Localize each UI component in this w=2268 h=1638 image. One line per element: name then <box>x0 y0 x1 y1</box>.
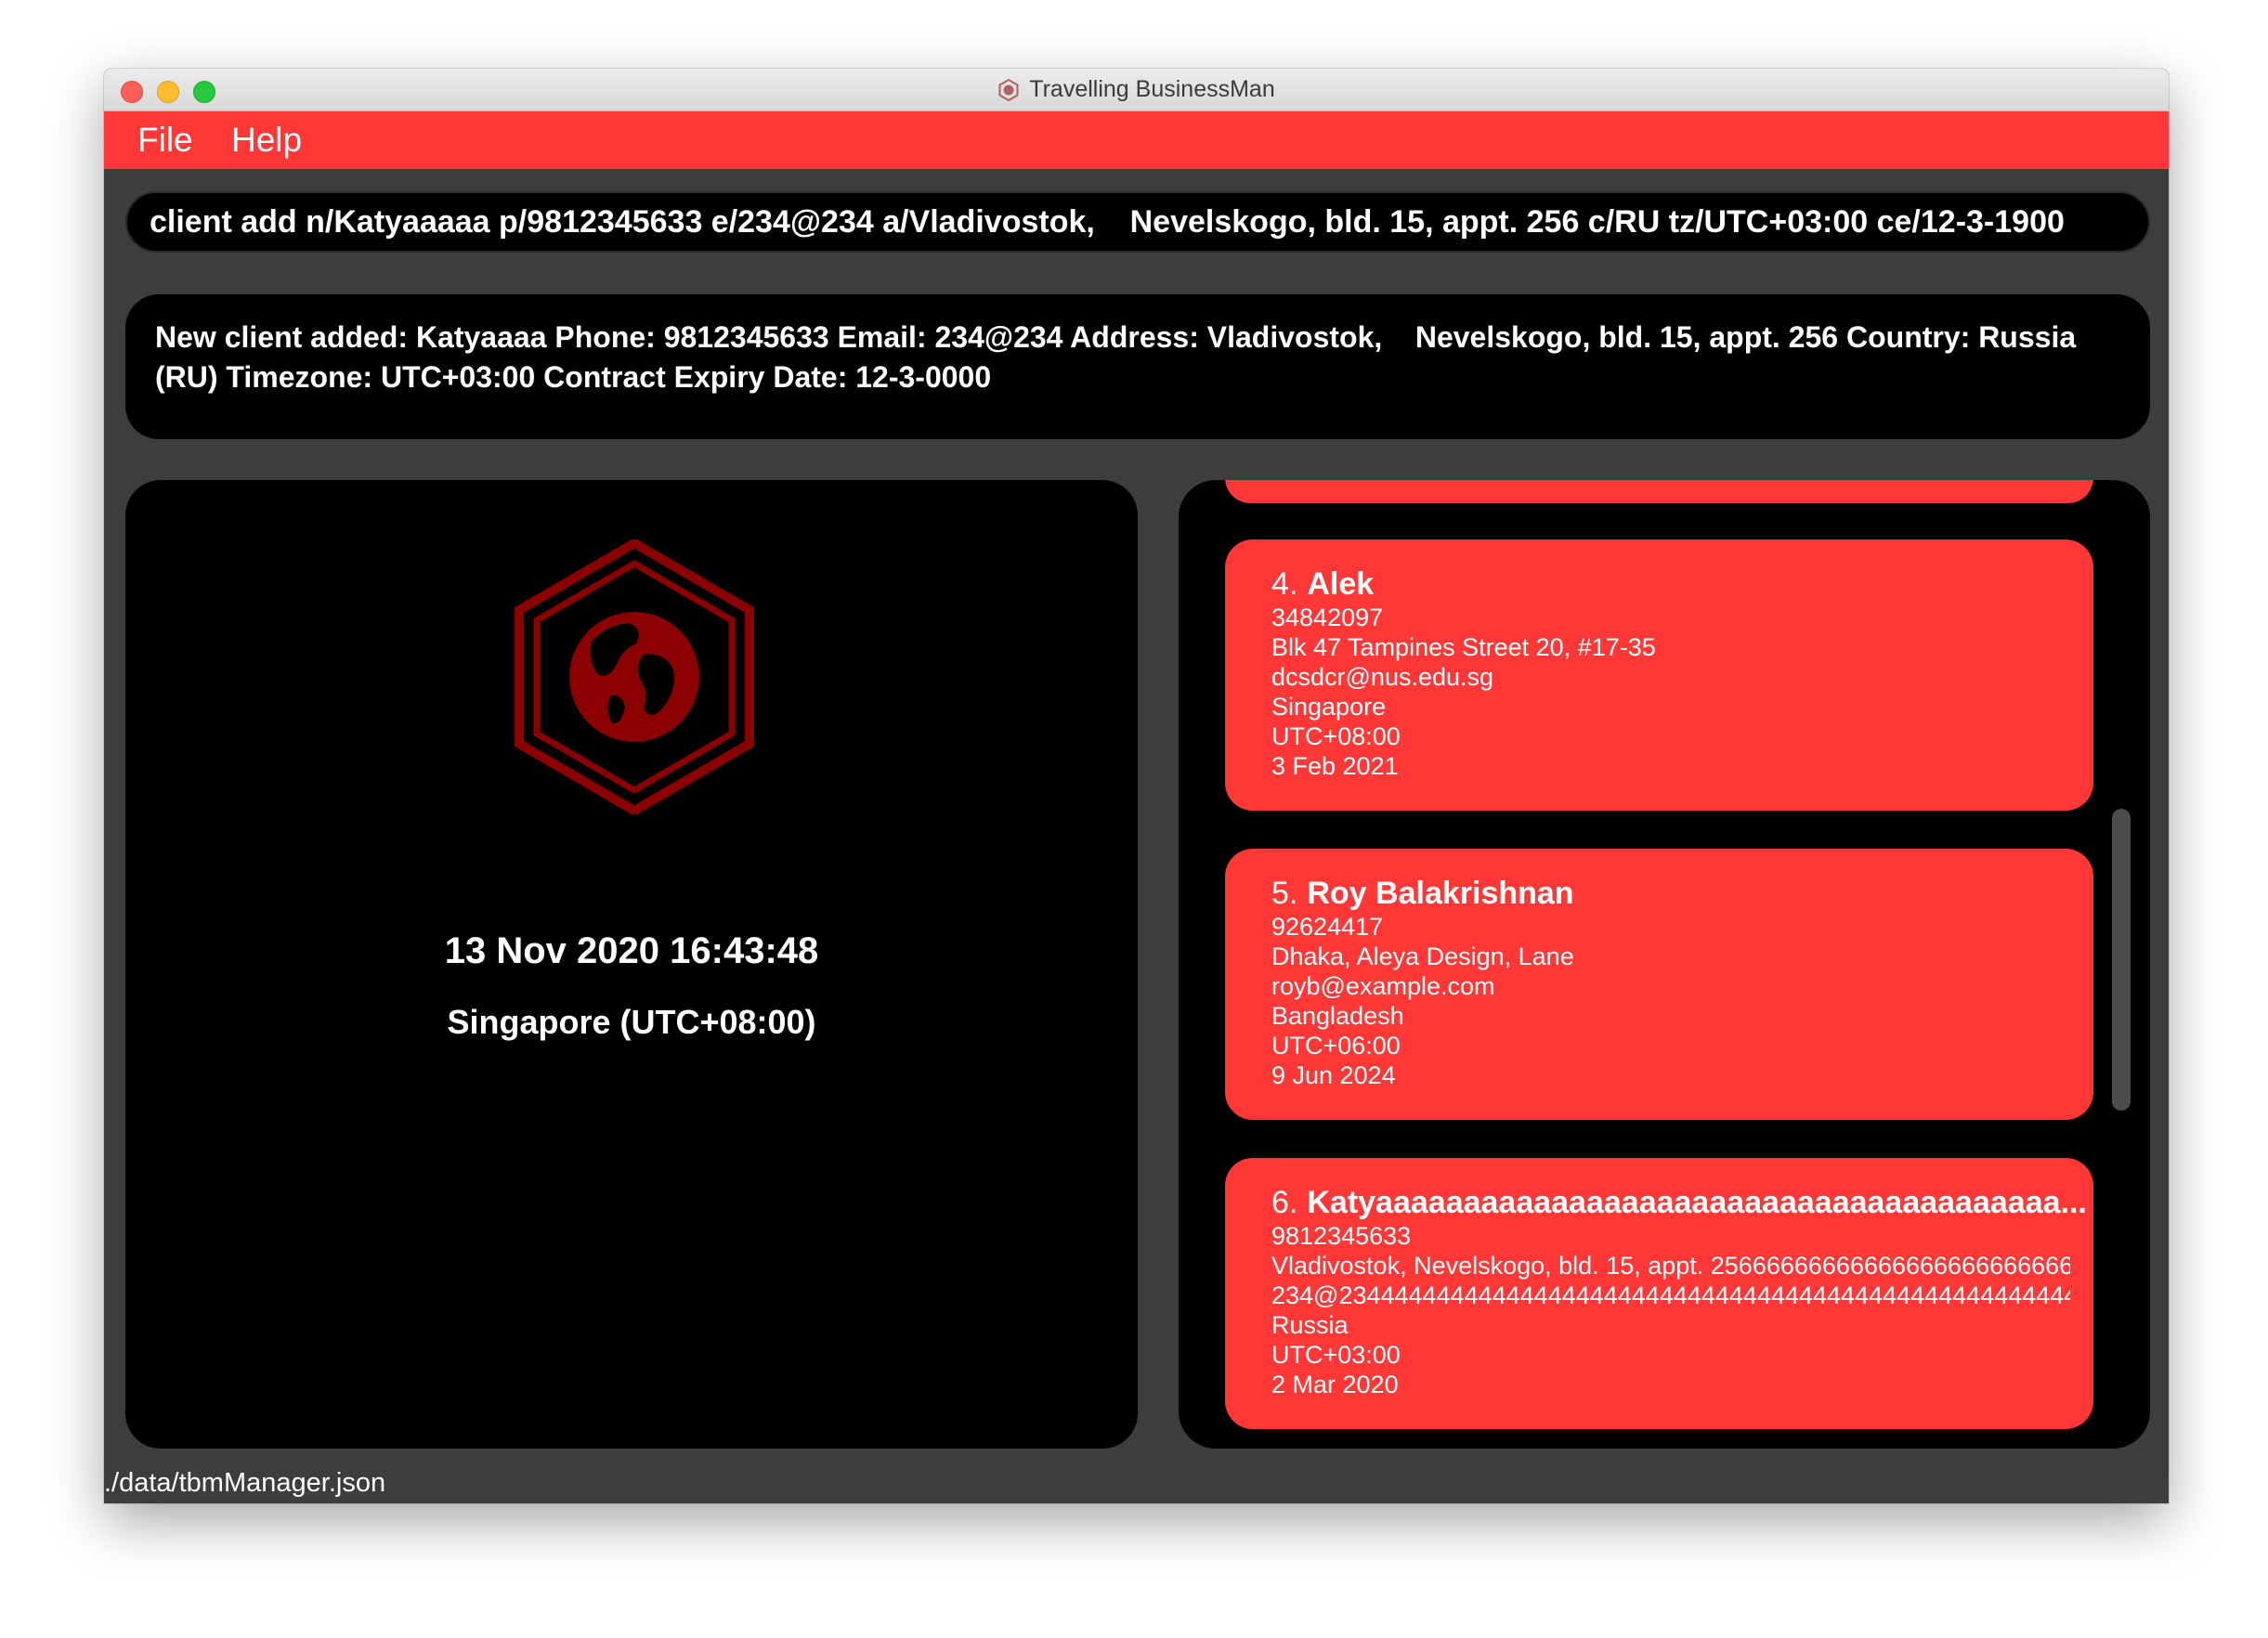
data-file-path: ./data/tbmManager.json <box>104 1468 386 1498</box>
client-card-partial[interactable] <box>1225 480 2093 503</box>
client-email: 234@234444444444444444444444444444444444… <box>1271 1281 2070 1309</box>
client-address: Dhaka, Aleya Design, Lane <box>1271 942 1574 970</box>
app-window: Travelling BusinessMan File Help New cli… <box>104 69 2169 1503</box>
client-name: Katyaaaaaaaaaaaaaaaaaaaaaaaaaaaaaaaaaaaa… <box>1307 1185 2087 1220</box>
client-phone: 92624417 <box>1271 913 1384 941</box>
clock-timezone: Singapore (UTC+08:00) <box>447 1003 816 1041</box>
client-card-header: 4. Alek <box>1271 566 2093 603</box>
command-input[interactable] <box>150 193 2137 251</box>
status-bar: ./data/tbmManager.json <box>104 1464 2169 1503</box>
globe-logo-icon <box>515 540 754 814</box>
result-display: New client added: Katyaaaa Phone: 981234… <box>125 294 2150 439</box>
client-email: royb@example.com <box>1271 972 1495 1000</box>
client-card-header: 6. Katyaaaaaaaaaaaaaaaaaaaaaaaaaaaaaaaaaa… <box>1271 1184 2093 1221</box>
command-box <box>125 191 2150 253</box>
app-icon <box>998 78 1019 101</box>
client-card-header: 5. Roy Balakrishnan <box>1271 875 2093 912</box>
title-wrap: Travelling BusinessMan <box>104 69 2169 110</box>
client-timezone: UTC+06:00 <box>1271 1032 1401 1060</box>
client-country: Russia <box>1271 1311 1349 1339</box>
client-timezone: UTC+08:00 <box>1271 722 1401 750</box>
window-title: Travelling BusinessMan <box>1029 76 1275 102</box>
menu-bar: File Help <box>104 111 2169 169</box>
client-phone: 34842097 <box>1271 604 1384 631</box>
client-address: Blk 47 Tampines Street 20, #17-35 <box>1271 633 1656 661</box>
client-name: Alek <box>1307 566 1375 602</box>
client-email: dcsdcr@nus.edu.sg <box>1271 663 1494 691</box>
menu-help[interactable]: Help <box>231 121 302 160</box>
client-country: Singapore <box>1271 693 1387 721</box>
client-contract-expiry: 2 Mar 2020 <box>1271 1371 1399 1398</box>
client-timezone: UTC+03:00 <box>1271 1341 1401 1369</box>
client-index: 4. <box>1271 566 1298 602</box>
client-contract-expiry: 3 Feb 2021 <box>1271 752 1399 780</box>
client-card[interactable]: 6. Katyaaaaaaaaaaaaaaaaaaaaaaaaaaaaaaaaaa… <box>1225 1158 2093 1429</box>
client-address: Vladivostok, Nevelskogo, bld. 15, appt. … <box>1271 1252 2070 1280</box>
menu-file[interactable]: File <box>137 121 193 160</box>
client-card[interactable]: 5. Roy Balakrishnan 92624417 Dhaka, Aleya… <box>1225 849 2093 1120</box>
title-bar: Travelling BusinessMan <box>104 69 2169 111</box>
client-contract-expiry: 9 Jun 2024 <box>1271 1061 1396 1089</box>
result-text: New client added: Katyaaaa Phone: 981234… <box>155 320 2077 394</box>
clock-panel: 13 Nov 2020 16:43:48 Singapore (UTC+08:0… <box>125 480 1138 1449</box>
client-phone: 9812345633 <box>1271 1222 1412 1250</box>
client-card[interactable]: 4. Alek 34842097 Blk 47 Tampines Street 2… <box>1225 540 2093 811</box>
client-index: 6. <box>1271 1185 1298 1220</box>
client-list-panel: 4. Alek 34842097 Blk 47 Tampines Street 2… <box>1179 480 2150 1449</box>
client-name: Roy Balakrishnan <box>1307 876 1574 911</box>
client-index: 5. <box>1271 876 1298 911</box>
client-list-scrollbar[interactable] <box>2112 809 2131 1111</box>
client-country: Bangladesh <box>1271 1002 1404 1030</box>
clock-time: 13 Nov 2020 16:43:48 <box>444 930 819 971</box>
